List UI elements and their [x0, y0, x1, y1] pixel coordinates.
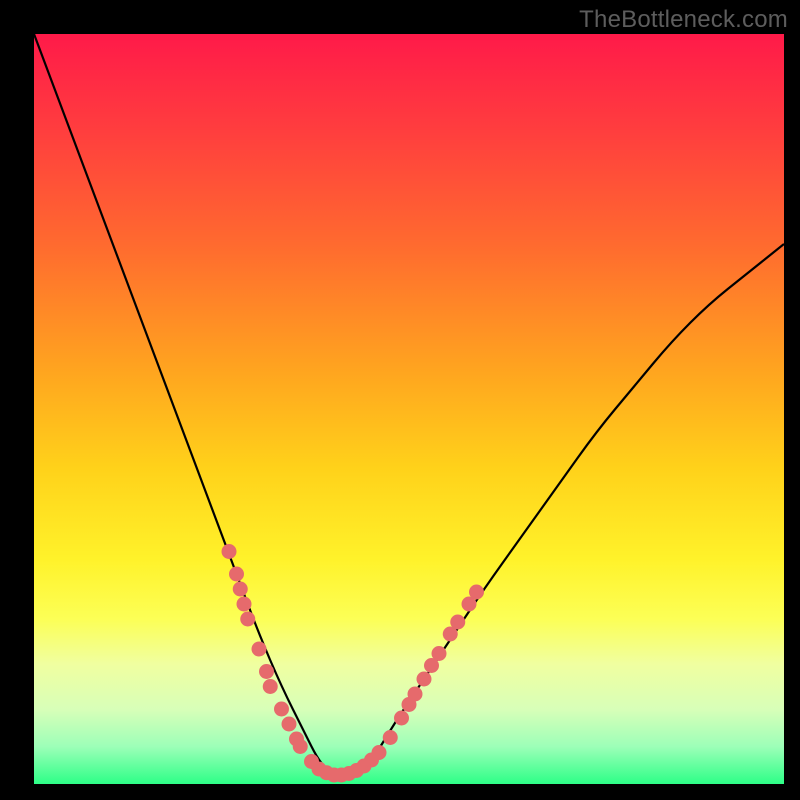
highlight-dot	[222, 544, 237, 559]
bottleneck-curve	[34, 34, 784, 777]
highlight-dot	[372, 745, 387, 760]
highlight-dot	[263, 679, 278, 694]
highlight-dot	[394, 711, 409, 726]
highlight-dot	[469, 585, 484, 600]
highlight-dot	[240, 612, 255, 627]
watermark-text: TheBottleneck.com	[579, 6, 788, 34]
highlight-dot	[408, 687, 423, 702]
highlight-dot	[274, 702, 289, 717]
highlight-dot	[259, 664, 274, 679]
highlight-dot	[383, 730, 398, 745]
highlight-dot	[417, 672, 432, 687]
highlight-dot	[233, 582, 248, 597]
highlight-dot	[229, 567, 244, 582]
highlight-dots	[222, 544, 485, 783]
highlight-dot	[282, 717, 297, 732]
curve-svg	[34, 34, 784, 784]
highlight-dot	[252, 642, 267, 657]
highlight-dot	[237, 597, 252, 612]
plot-area	[34, 34, 784, 784]
chart-frame: TheBottleneck.com	[0, 0, 800, 800]
highlight-dot	[432, 646, 447, 661]
highlight-dot	[293, 739, 308, 754]
highlight-dot	[450, 615, 465, 630]
